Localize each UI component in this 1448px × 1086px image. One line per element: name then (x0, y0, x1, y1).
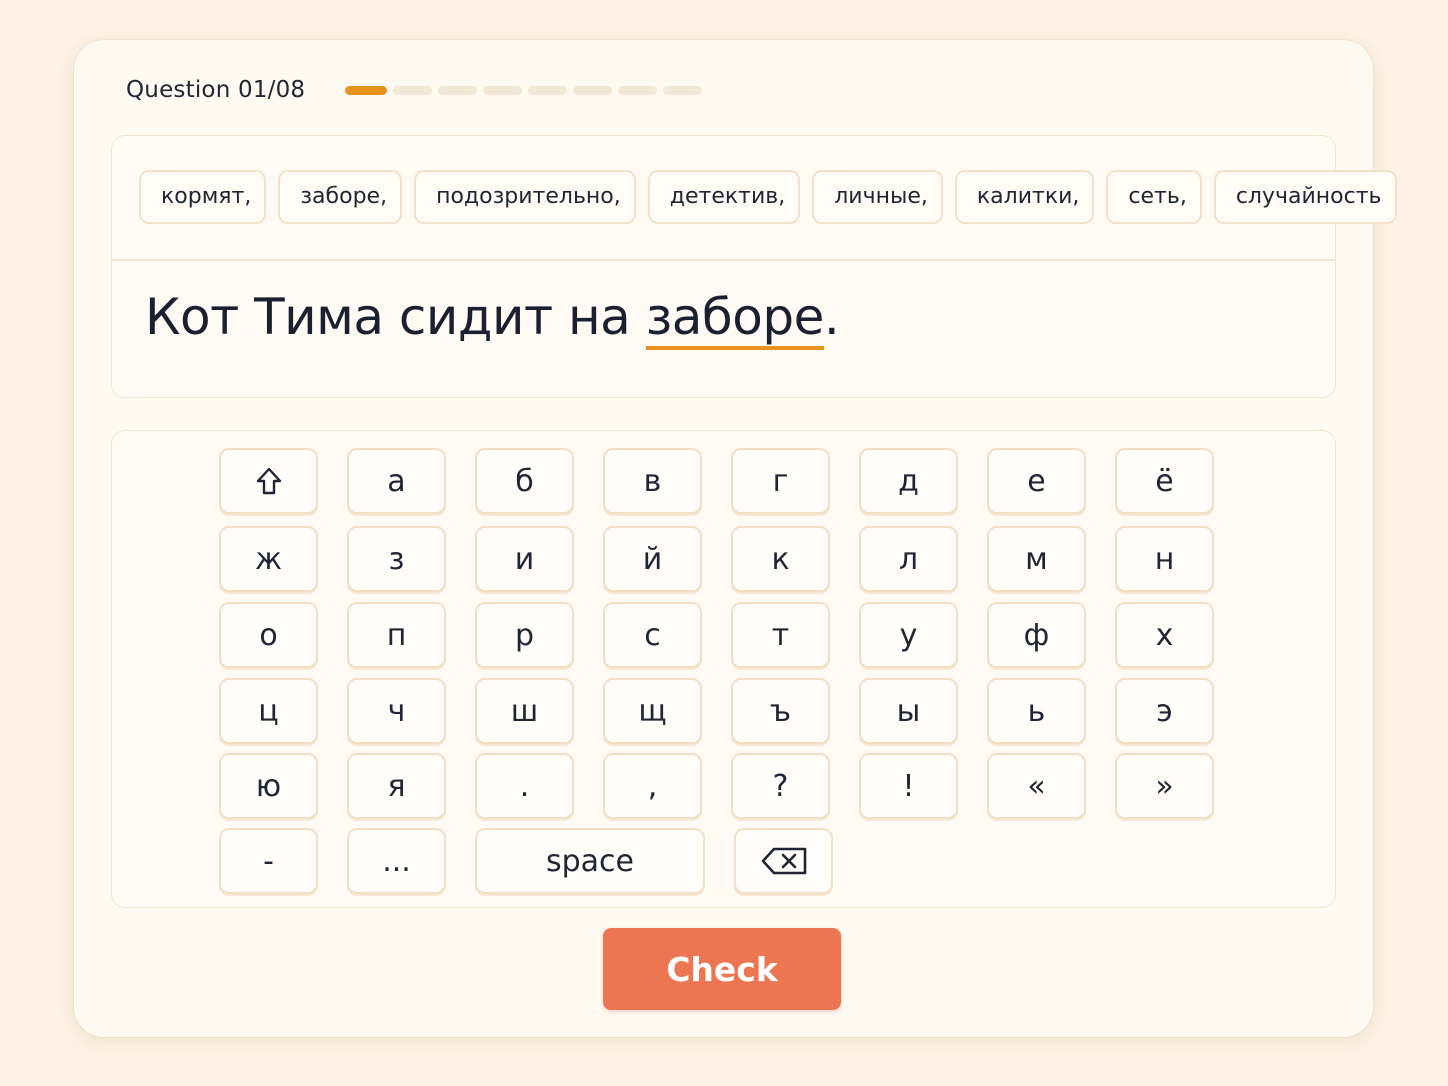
letter-key[interactable]: ъ (731, 678, 830, 744)
letter-key[interactable]: б (475, 448, 574, 514)
divider (112, 260, 1335, 261)
letter-key[interactable]: з (347, 526, 446, 592)
progress-segment (345, 86, 387, 95)
letter-key[interactable]: ю (219, 753, 318, 819)
word-chip[interactable]: сеть, (1106, 170, 1202, 224)
letter-key[interactable]: ж (219, 526, 318, 592)
backspace-icon (760, 846, 808, 876)
quiz-card: Question 01/08 кормят, заборе, подозритель… (74, 40, 1397, 1037)
on-screen-keyboard: а б в г д е ё ж з и й к л м н о п р с т у ф х ц ч ш щ ъ ы ь э ю я.,?! « » -… (111, 430, 1336, 908)
letter-key[interactable]: й (603, 526, 702, 592)
letter-key[interactable]: п (347, 602, 446, 668)
letter-key[interactable]: н (1115, 526, 1214, 592)
progress-segment (573, 86, 612, 95)
keyboard-row: -... space (219, 828, 833, 894)
letter-key[interactable]: « (987, 753, 1086, 819)
letter-key[interactable]: к (731, 526, 830, 592)
letter-key[interactable]: я (347, 753, 446, 819)
word-chip[interactable]: кормят, (139, 170, 267, 224)
backspace-key[interactable] (734, 828, 833, 894)
word-chip[interactable]: детектив, (647, 170, 801, 224)
word-chip-list: кормят, заборе, подозрительно, детектив, лич… (139, 170, 1397, 224)
progress-bar (345, 86, 702, 95)
sentence-text-after: . (823, 288, 840, 346)
letter-key[interactable]: и (475, 526, 574, 592)
word-chip[interactable]: подозрительно, (414, 170, 636, 224)
letter-key[interactable]: м (987, 526, 1086, 592)
word-chip[interactable]: случайность (1213, 170, 1397, 224)
progress-segment (438, 86, 477, 95)
letter-key[interactable]: ч (347, 678, 446, 744)
letter-key[interactable]: ш (475, 678, 574, 744)
check-button[interactable]: Check (603, 928, 841, 1010)
shift-icon (256, 467, 282, 495)
letter-key[interactable]: » (1115, 753, 1214, 819)
letter-key[interactable]: . (475, 753, 574, 819)
shift-key[interactable] (219, 448, 318, 514)
letter-key[interactable]: ! (859, 753, 958, 819)
keyboard-row: цчшщъыьэ (219, 678, 1214, 744)
letter-key[interactable]: г (731, 448, 830, 514)
letter-key[interactable]: в (603, 448, 702, 514)
letter-key[interactable]: р (475, 602, 574, 668)
progress-segment (393, 86, 432, 95)
letter-key[interactable]: ь (987, 678, 1086, 744)
letter-key[interactable]: с (603, 602, 702, 668)
letter-key[interactable]: д (859, 448, 958, 514)
letter-key[interactable]: , (603, 753, 702, 819)
sentence-text-before: Кот Тима сидит на (145, 288, 646, 346)
sentence-area: Кот Тима сидит на заборе. (111, 259, 1336, 398)
letter-key[interactable]: а (347, 448, 446, 514)
filled-blank[interactable]: заборе (645, 288, 824, 350)
keyboard-row: жзийклмн (219, 526, 1214, 592)
keyboard-row: абвгдеё (219, 448, 1214, 514)
word-chip[interactable]: калитки, (954, 170, 1095, 224)
word-bank: кормят, заборе, подозрительно, детектив, лич… (111, 135, 1397, 259)
word-chip[interactable]: заборе, (278, 170, 403, 224)
letter-key[interactable]: л (859, 526, 958, 592)
letter-key[interactable]: ы (859, 678, 958, 744)
letter-key[interactable]: - (219, 828, 318, 894)
letter-key[interactable]: щ (603, 678, 702, 744)
letter-key[interactable]: т (731, 602, 830, 668)
progress-segment (618, 86, 657, 95)
letter-key[interactable]: ф (987, 602, 1086, 668)
progress-segment (663, 86, 702, 95)
letter-key[interactable]: э (1115, 678, 1214, 744)
letter-key[interactable]: ё (1115, 448, 1214, 514)
question-counter: Question 01/08 (126, 77, 306, 103)
keyboard-row: опрстуфх (219, 602, 1214, 668)
sentence: Кот Тима сидит на заборе. (145, 288, 840, 350)
keyboard-row: ю я.,?! « » (219, 753, 1214, 819)
letter-key[interactable]: е (987, 448, 1086, 514)
letter-key[interactable]: о (219, 602, 318, 668)
progress-segment (528, 86, 567, 95)
letter-key[interactable]: ц (219, 678, 318, 744)
letter-key[interactable]: ? (731, 753, 830, 819)
space-key[interactable]: space (475, 828, 705, 894)
letter-key[interactable]: х (1115, 602, 1214, 668)
word-chip[interactable]: личные, (812, 170, 943, 224)
letter-key[interactable]: ... (347, 828, 446, 894)
progress-segment (483, 86, 522, 95)
letter-key[interactable]: у (859, 602, 958, 668)
